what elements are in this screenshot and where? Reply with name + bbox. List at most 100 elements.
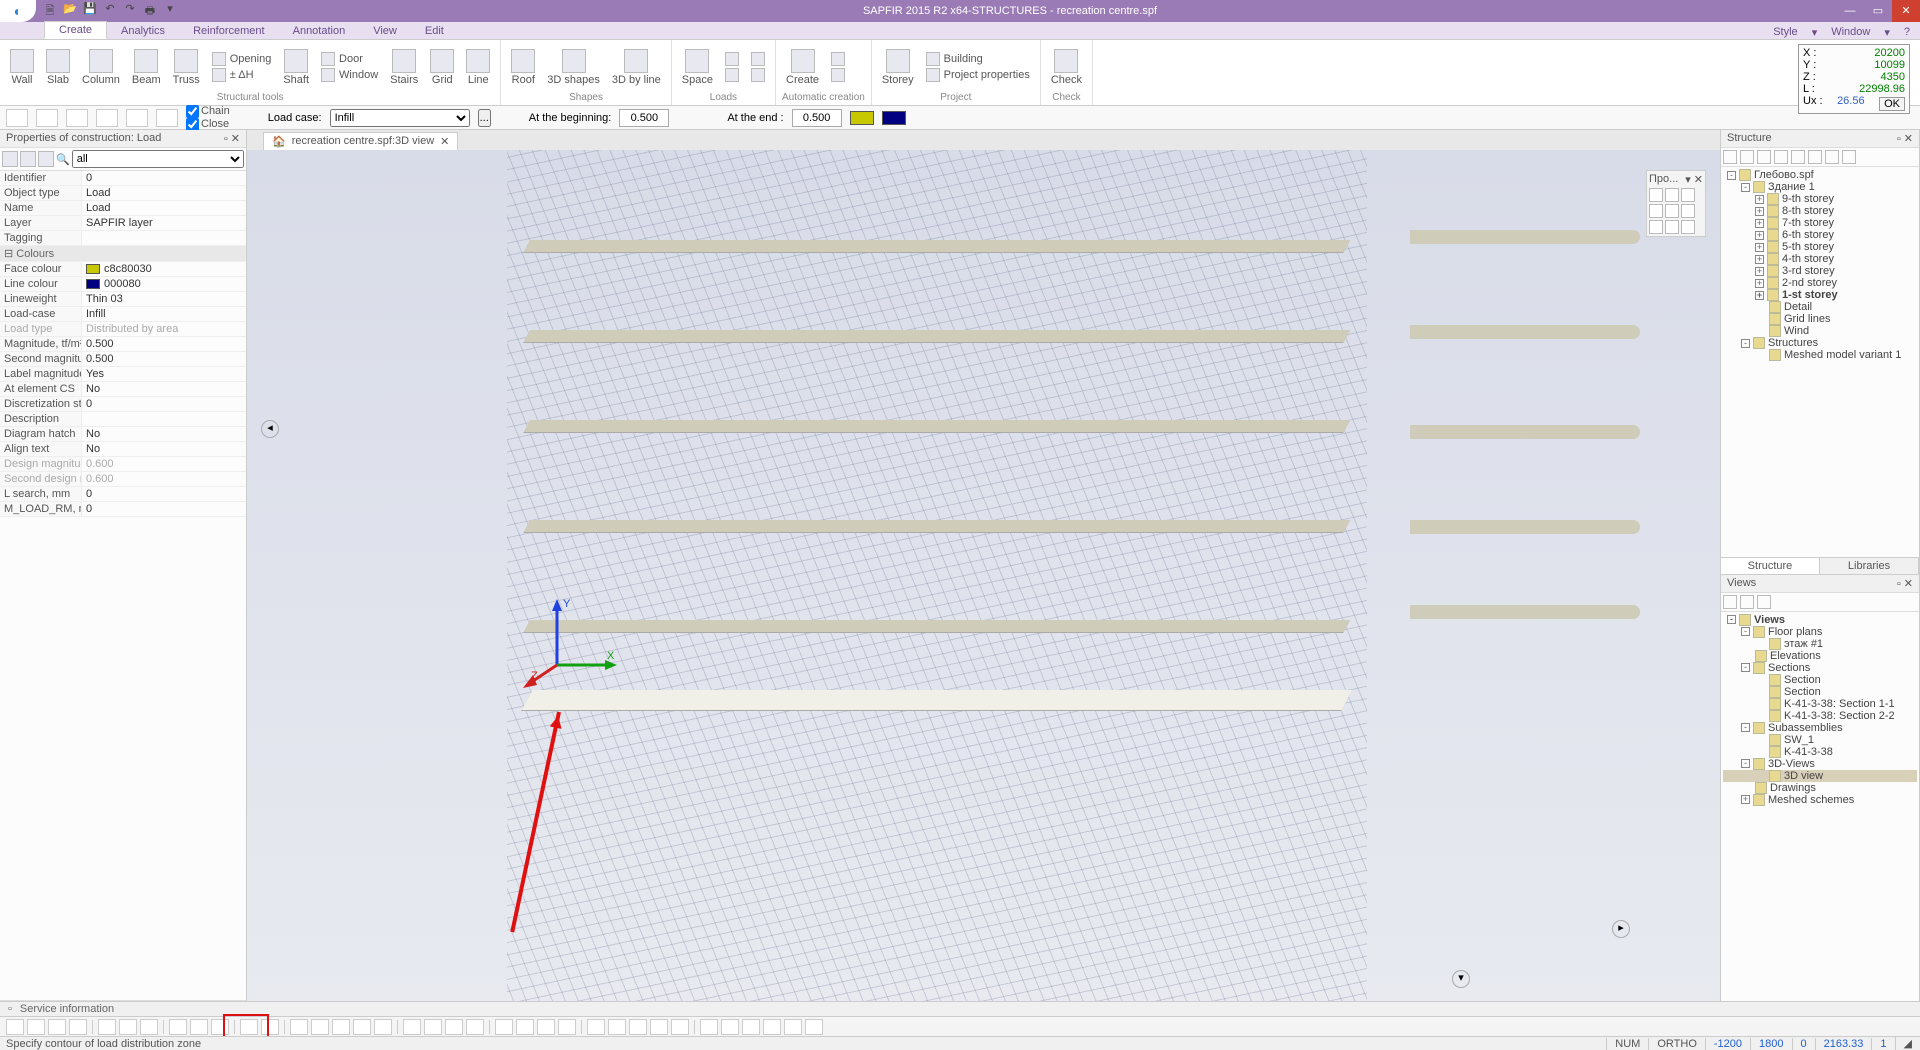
- property-row[interactable]: Label magnitudesYes: [0, 367, 246, 382]
- property-row[interactable]: Face colourc8c80030: [0, 262, 246, 277]
- bt-icon[interactable]: [403, 1019, 421, 1035]
- tab-edit[interactable]: Edit: [411, 23, 458, 39]
- auto-extra2[interactable]: [827, 67, 849, 83]
- struct-tool-icon[interactable]: [1808, 150, 1822, 164]
- struct-tool-icon[interactable]: [1740, 150, 1754, 164]
- check-button[interactable]: Check: [1047, 47, 1086, 88]
- qat-new-icon[interactable]: 🗎: [42, 2, 58, 21]
- bt-icon[interactable]: [353, 1019, 371, 1035]
- bt-icon[interactable]: [332, 1019, 350, 1035]
- byline3d-button[interactable]: 3D by line: [608, 47, 665, 88]
- bt-icon[interactable]: [374, 1019, 392, 1035]
- drawtool-pick-icon[interactable]: [156, 109, 178, 127]
- face-color-swatch[interactable]: [850, 111, 874, 125]
- bt-icon[interactable]: [211, 1019, 229, 1035]
- style-menu[interactable]: Style: [1773, 26, 1797, 39]
- create-button[interactable]: Create: [782, 47, 823, 88]
- line-color-swatch[interactable]: [882, 111, 906, 125]
- property-row[interactable]: Align textNo: [0, 442, 246, 457]
- tree-item[interactable]: +4-th storey: [1723, 253, 1917, 265]
- bt-icon[interactable]: [671, 1019, 689, 1035]
- tree-item[interactable]: Section: [1723, 674, 1917, 686]
- projprops-button[interactable]: Project properties: [922, 67, 1034, 83]
- truss-button[interactable]: Truss: [169, 47, 204, 88]
- doc-close-icon[interactable]: ✕: [440, 135, 449, 148]
- property-row[interactable]: L search, mm0: [0, 487, 246, 502]
- close-button[interactable]: ✕: [1892, 0, 1920, 22]
- tree-item[interactable]: -Subassemblies: [1723, 722, 1917, 734]
- structure-tree[interactable]: -Глебово.spf-Здание 1+9-th storey+8-th s…: [1721, 167, 1919, 557]
- shaft-button[interactable]: Shaft: [279, 47, 313, 88]
- props-filter-select[interactable]: all: [72, 150, 244, 168]
- tree-item[interactable]: K-41-3-38: Section 2-2: [1723, 710, 1917, 722]
- bt-highlighted2-icon[interactable]: [261, 1019, 279, 1035]
- bt-icon[interactable]: [805, 1019, 823, 1035]
- status-resize-icon[interactable]: ◢: [1895, 1037, 1920, 1050]
- bt-icon[interactable]: [742, 1019, 760, 1035]
- qat-print-icon[interactable]: 🖶: [142, 2, 158, 21]
- load-extra2[interactable]: [721, 67, 743, 83]
- help-button[interactable]: ?: [1904, 26, 1910, 39]
- qat-undo-icon[interactable]: ↶: [102, 2, 118, 21]
- window-button[interactable]: Window: [317, 67, 382, 83]
- building-button[interactable]: Building: [922, 51, 1034, 67]
- loadcase-more-button[interactable]: ...: [478, 109, 491, 127]
- tree-item[interactable]: +7-th storey: [1723, 217, 1917, 229]
- drawtool-circle-icon[interactable]: [96, 109, 118, 127]
- maximize-button[interactable]: ▭: [1864, 0, 1892, 22]
- property-row[interactable]: Discretization ste...0: [0, 397, 246, 412]
- tree-item[interactable]: Drawings: [1723, 782, 1917, 794]
- qat-open-icon[interactable]: 📂: [62, 2, 78, 21]
- property-row[interactable]: Design magnitud...0.600: [0, 457, 246, 472]
- bt-icon[interactable]: [763, 1019, 781, 1035]
- struct-tool-icon[interactable]: [1723, 150, 1737, 164]
- tree-item[interactable]: K-41-3-38: [1723, 746, 1917, 758]
- begin-input[interactable]: [619, 109, 669, 127]
- tree-item[interactable]: -Structures: [1723, 337, 1917, 349]
- nav-left-icon[interactable]: ◂: [261, 420, 279, 438]
- drawtool-rect-icon[interactable]: [126, 109, 148, 127]
- bt-icon[interactable]: [190, 1019, 208, 1035]
- bt-highlighted1-icon[interactable]: [240, 1019, 258, 1035]
- tree-item[interactable]: +5-th storey: [1723, 241, 1917, 253]
- bt-icon[interactable]: [169, 1019, 187, 1035]
- drawtool-spline-icon[interactable]: [66, 109, 88, 127]
- property-row[interactable]: Load typeDistributed by area: [0, 322, 246, 337]
- property-row[interactable]: Tagging: [0, 231, 246, 246]
- document-tab[interactable]: 🏠recreation centre.spf:3D view✕: [263, 132, 458, 150]
- tree-item[interactable]: SW_1: [1723, 734, 1917, 746]
- bt-icon[interactable]: [445, 1019, 463, 1035]
- props-panel-pin-icon[interactable]: ▫ ✕: [224, 132, 240, 145]
- property-row[interactable]: ⊟ Colours: [0, 246, 246, 262]
- struct-tool-icon[interactable]: [1825, 150, 1839, 164]
- window-menu[interactable]: Window: [1831, 26, 1870, 39]
- bt-icon[interactable]: [69, 1019, 87, 1035]
- views-tool-icon[interactable]: [1740, 595, 1754, 609]
- props-tool3-icon[interactable]: [38, 151, 54, 167]
- beam-button[interactable]: Beam: [128, 47, 165, 88]
- bt-icon[interactable]: [587, 1019, 605, 1035]
- deltah-button[interactable]: ± ΔH: [208, 67, 276, 83]
- app-icon[interactable]: ◐: [0, 0, 36, 22]
- bt-icon[interactable]: [629, 1019, 647, 1035]
- tab-reinforcement[interactable]: Reinforcement: [179, 23, 279, 39]
- tree-item[interactable]: -Sections: [1723, 662, 1917, 674]
- tree-item[interactable]: +Meshed schemes: [1723, 794, 1917, 806]
- grid-button[interactable]: Grid: [426, 47, 458, 88]
- tab-view[interactable]: View: [359, 23, 411, 39]
- qat-redo-icon[interactable]: ↷: [122, 2, 138, 21]
- property-row[interactable]: Magnitude, tf/m²0.500: [0, 337, 246, 352]
- struct-tool-icon[interactable]: [1774, 150, 1788, 164]
- bt-icon[interactable]: [608, 1019, 626, 1035]
- column-button[interactable]: Column: [78, 47, 124, 88]
- tree-item[interactable]: Detail: [1723, 301, 1917, 313]
- property-row[interactable]: Line colour000080: [0, 277, 246, 292]
- minimize-button[interactable]: —: [1836, 0, 1864, 22]
- bt-icon[interactable]: [290, 1019, 308, 1035]
- storey-button[interactable]: Storey: [878, 47, 918, 88]
- door-button[interactable]: Door: [317, 51, 382, 67]
- views-tool-icon[interactable]: [1757, 595, 1771, 609]
- bt-icon[interactable]: [495, 1019, 513, 1035]
- tree-item[interactable]: -Floor plans: [1723, 626, 1917, 638]
- wall-button[interactable]: Wall: [6, 47, 38, 88]
